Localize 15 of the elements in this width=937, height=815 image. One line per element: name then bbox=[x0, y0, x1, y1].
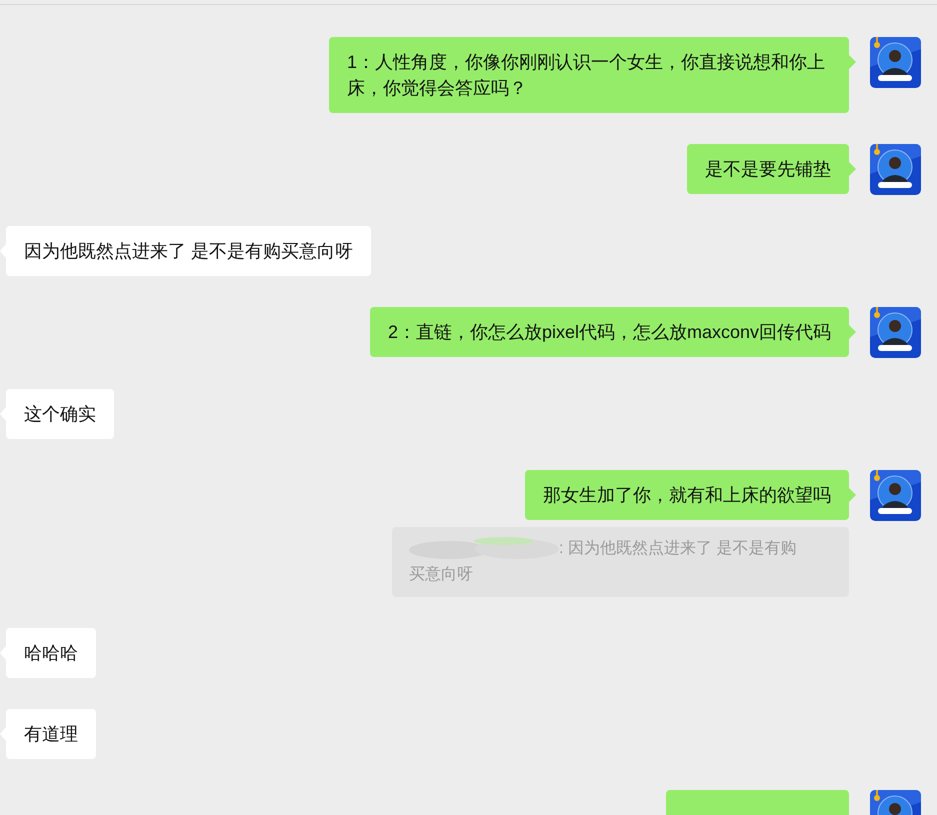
message-bubble: 有道理 bbox=[6, 709, 96, 759]
message-bubble: 是不是要先铺垫 bbox=[687, 144, 849, 194]
quoted-text: : 因为他既然点进来了 是不是有购 bbox=[559, 538, 796, 559]
message-bubble: 因为他既然点进来了 是不是有购买意向呀 bbox=[6, 226, 372, 276]
message-bubble: 2：直链，你怎么放pixel代码，怎么放maxconv回传代码 bbox=[370, 307, 849, 357]
message-bubble: 哈哈哈 bbox=[6, 628, 96, 678]
bubble-tail bbox=[849, 325, 856, 339]
quoted-text: 买意向呀 bbox=[409, 564, 473, 585]
bubble-tail bbox=[849, 55, 856, 69]
bubble-tail bbox=[849, 488, 856, 502]
quoted-message[interactable]: : 因为他既然点进来了 是不是有购 买意向呀 bbox=[392, 527, 849, 597]
message-bubble: 那女生加了你，就有和上床的欲望吗 bbox=[525, 470, 849, 520]
message-bubble: 这个确实 bbox=[6, 389, 114, 439]
bubble-tail bbox=[849, 162, 856, 176]
message-bubble: 1：人性角度，你像你刚刚认识一个女生，你直接说想和你上床，你觉得会答应吗？ bbox=[329, 37, 849, 113]
